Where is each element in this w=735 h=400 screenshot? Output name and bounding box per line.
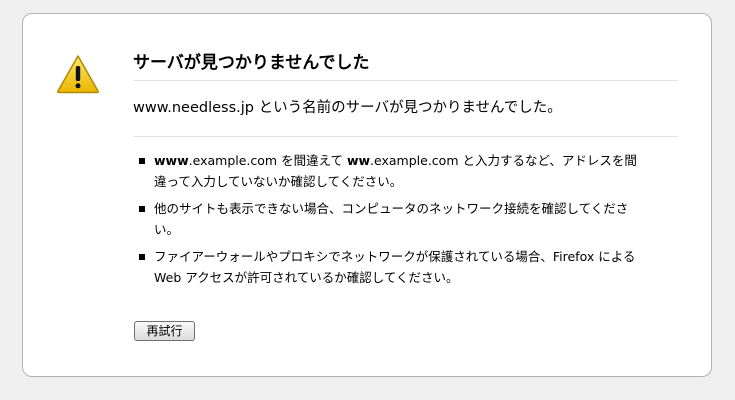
bullet-icon <box>139 158 145 164</box>
error-message: www.needless.jp という名前のサーバが見つかりませんでした。 <box>133 100 562 116</box>
suggestion-text: .example.com を間違えて <box>188 153 347 168</box>
suggestion-list: www.example.com を間違えて ww.example.com と入力… <box>135 151 645 295</box>
suggestion-item: www.example.com を間違えて ww.example.com と入力… <box>135 151 645 192</box>
suggestion-text: ファイアーウォールやプロキシでネットワークが保護されている場合、Firefox … <box>154 249 636 285</box>
message-divider <box>133 136 678 137</box>
bullet-icon <box>139 254 145 260</box>
suggestion-emphasis: www <box>154 153 189 168</box>
suggestion-item: ファイアーウォールやプロキシでネットワークが保護されている場合、Firefox … <box>135 247 645 288</box>
suggestion-emphasis: ww <box>346 153 371 168</box>
suggestion-text: 他のサイトも表示できない場合、コンピュータのネットワーク接続を確認してください。 <box>154 201 629 237</box>
retry-button[interactable]: 再試行 <box>134 321 195 341</box>
warning-triangle-icon <box>56 55 100 94</box>
suggestion-item: 他のサイトも表示できない場合、コンピュータのネットワーク接続を確認してください。 <box>135 199 645 240</box>
page-title: サーバが見つかりませんでした <box>133 53 370 73</box>
error-card: サーバが見つかりませんでした www.needless.jp という名前のサーバ… <box>22 13 712 377</box>
title-divider <box>133 80 678 81</box>
bullet-icon <box>139 206 145 212</box>
